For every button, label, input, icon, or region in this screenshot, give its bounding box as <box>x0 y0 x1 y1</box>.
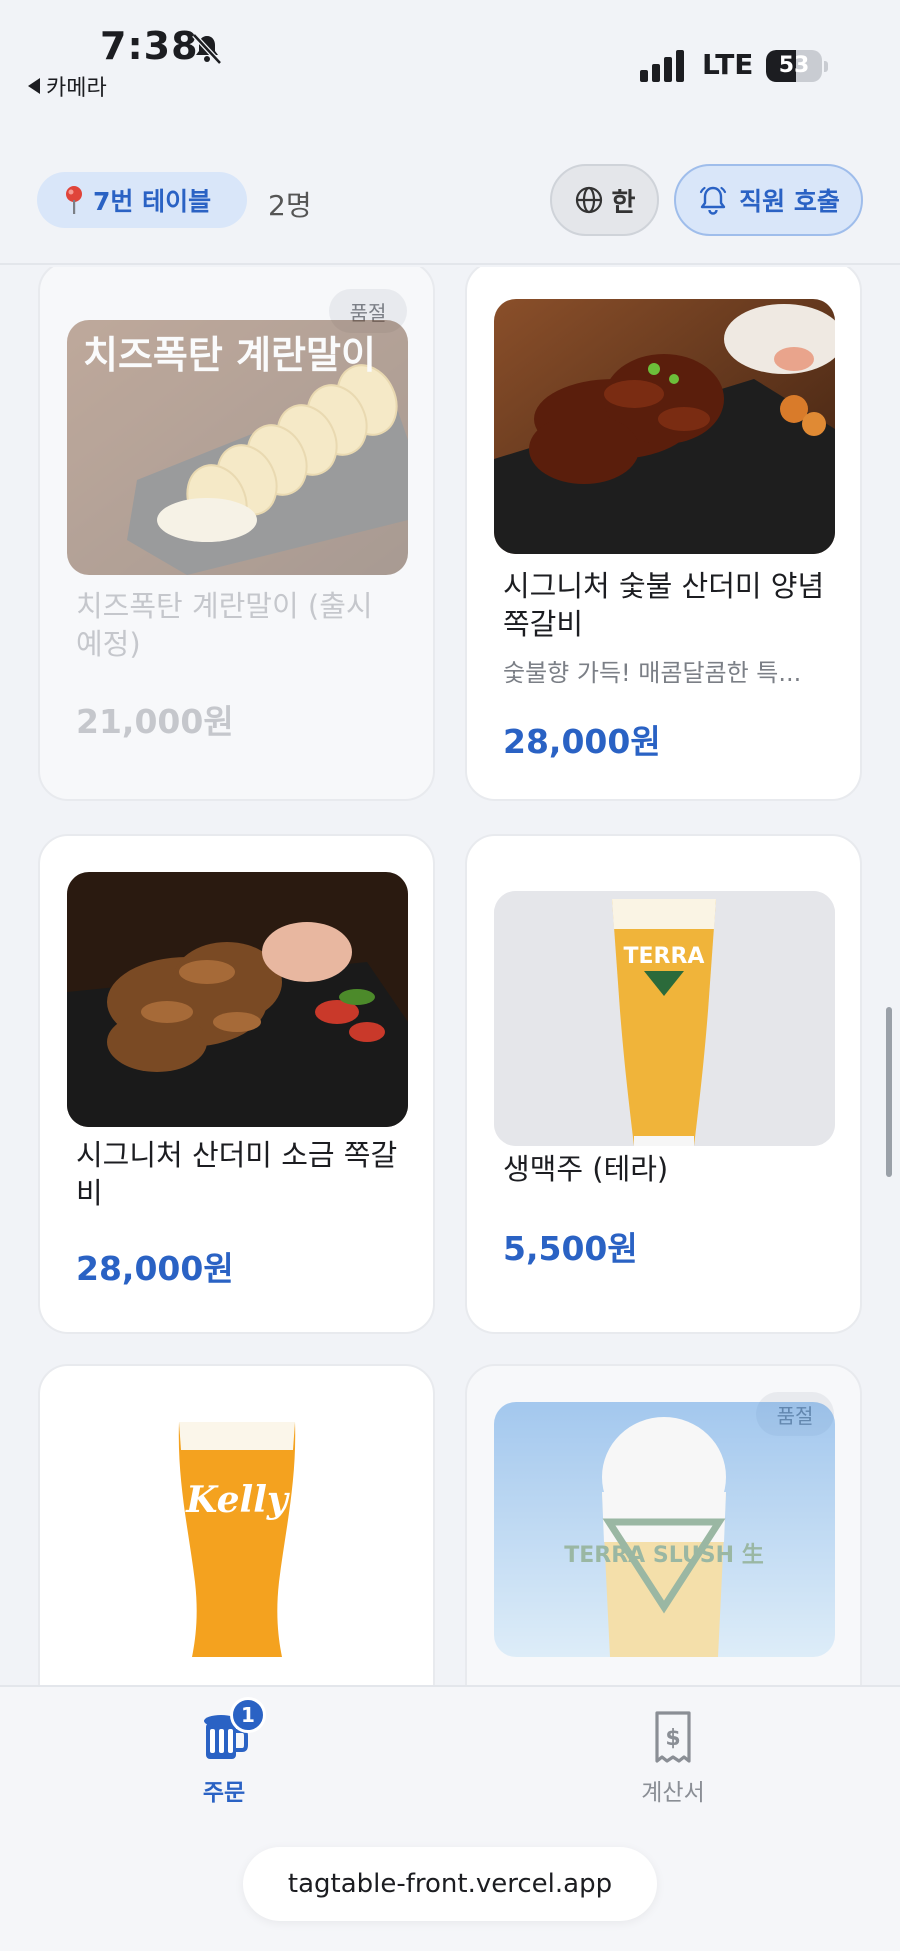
language-label: 한 <box>611 187 636 218</box>
rolled-omelette-photo: 치즈폭탄 계란말이 <box>67 320 408 575</box>
clock: 7:38 <box>100 24 199 68</box>
signal-icon <box>640 50 684 82</box>
back-to-app-link[interactable]: 카메라 <box>28 70 107 102</box>
back-arrow-icon <box>28 78 40 94</box>
battery-percent: 53 <box>778 53 810 78</box>
scrollbar[interactable] <box>886 1007 892 1177</box>
bell-icon <box>700 186 727 215</box>
terra-slush-logo-text: TERRA SLUSH 生 <box>564 1543 763 1568</box>
salt-ribs-photo <box>67 872 408 1127</box>
tab-order[interactable]: 1 주문 <box>124 1697 324 1807</box>
terra-slush-photo: TERRA SLUSH 生 <box>494 1402 835 1657</box>
language-button[interactable]: 한 <box>550 164 659 236</box>
table-badge: 7번 테이블 <box>37 172 247 228</box>
bottom-nav: 1 주문 $ 계산서 tagtable-front.vercel.app <box>0 1685 900 1951</box>
menu-item-name: 생맥주 (테라) <box>503 1152 669 1186</box>
menu-card[interactable]: 품절 치즈폭탄 계란말이 치즈폭탄 계란말이 (출시 예정) 21,000원 <box>38 267 435 801</box>
order-count-badge: 1 <box>230 1697 266 1733</box>
globe-icon <box>575 186 602 214</box>
kelly-logo-text: Kelly <box>185 1479 290 1521</box>
party-size: 2명 <box>268 189 312 222</box>
svg-text:$: $ <box>665 1726 680 1751</box>
network-type: LTE <box>702 48 754 81</box>
receipt-icon: $ <box>655 1711 691 1763</box>
menu-item-description: 숯불향 가득! 매콤달콤한 특... <box>503 659 802 687</box>
call-staff-label: 직원 호출 <box>739 187 840 216</box>
tab-bill-label: 계산서 <box>641 1780 705 1806</box>
menu-grid: 품절 치즈폭탄 계란말이 치즈폭탄 계란말이 (출시 예정) 21,000원 시… <box>0 267 900 1685</box>
menu-item-name: 시그니처 산더미 소금 쪽갈비 <box>76 1138 398 1210</box>
table-number: 7번 테이블 <box>93 187 212 216</box>
menu-item-name: 치즈폭탄 계란말이 (출시 예정) <box>76 589 373 661</box>
menu-item-price: 5,500원 <box>503 1229 638 1268</box>
menu-card[interactable]: Kelly <box>38 1364 435 1685</box>
tab-order-label: 주문 <box>202 1780 246 1806</box>
menu-card[interactable]: 품절 TERRA SLUSH 生 <box>465 1364 862 1685</box>
terra-beer-glass: TERRA <box>494 891 835 1146</box>
menu-item-price: 21,000원 <box>76 702 234 741</box>
battery-icon: 53 <box>766 50 828 82</box>
menu-card[interactable]: 시그니처 산더미 소금 쪽갈비 28,000원 <box>38 834 435 1334</box>
omelette-image-text-line1: 치즈폭탄 계란말이 <box>83 333 376 377</box>
tab-bill[interactable]: $ 계산서 <box>573 1707 773 1807</box>
back-app-label: 카메라 <box>46 76 107 101</box>
menu-item-price: 28,000원 <box>503 722 661 761</box>
bell-slash-icon <box>192 33 222 65</box>
kelly-beer-glass: Kelly <box>67 1402 408 1657</box>
browser-url-bar[interactable]: tagtable-front.vercel.app <box>243 1847 657 1921</box>
menu-item-price: 28,000원 <box>76 1249 234 1288</box>
call-staff-button[interactable]: 직원 호출 <box>674 164 863 236</box>
map-pin-icon <box>66 186 82 214</box>
marinated-ribs-photo <box>494 299 835 554</box>
table-header: 7번 테이블 2명 한 직원 호출 <box>0 150 900 265</box>
menu-item-name: 시그니처 숯불 산더미 양념 쪽갈비 <box>503 569 825 641</box>
menu-card[interactable]: 시그니처 숯불 산더미 양념 쪽갈비 숯불향 가득! 매콤달콤한 특... 28… <box>465 267 862 801</box>
status-bar: 7:38 카메라 LTE 53 <box>0 0 900 110</box>
menu-card[interactable]: TERRA 생맥주 (테라) 5,500원 <box>465 834 862 1334</box>
terra-logo-text: TERRA <box>624 944 705 969</box>
